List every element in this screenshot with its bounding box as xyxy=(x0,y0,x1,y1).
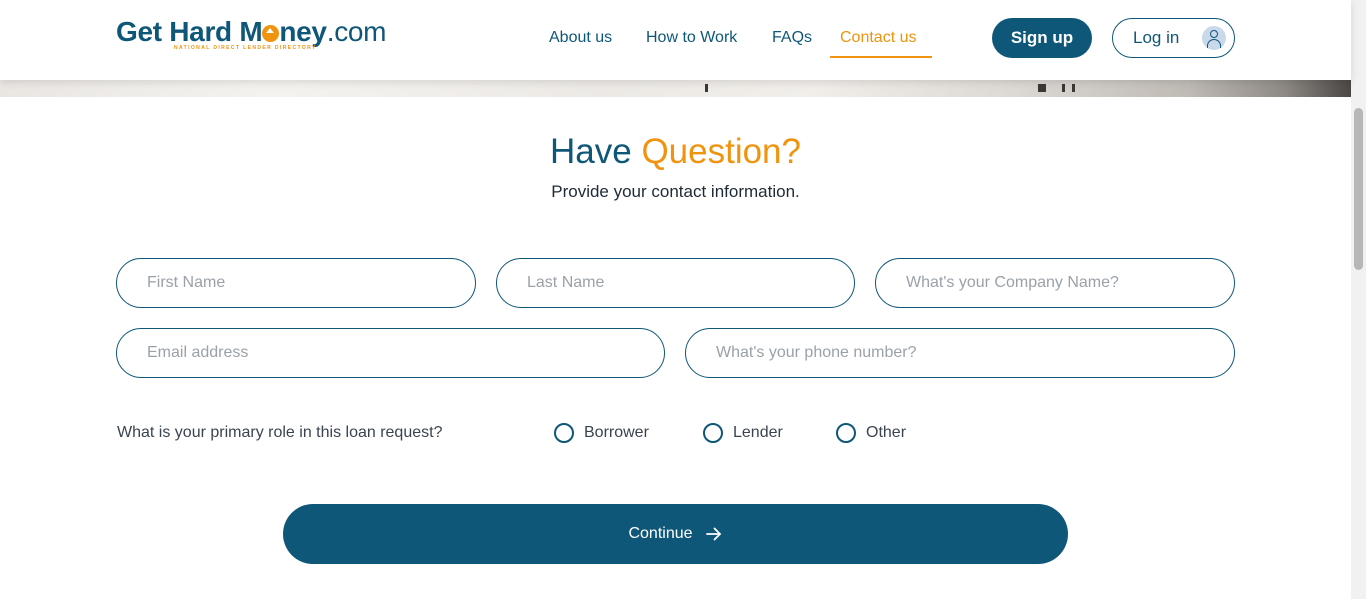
radio-button[interactable] xyxy=(703,423,723,443)
hero-image-strip xyxy=(0,80,1351,97)
nav-contact-us[interactable]: Contact us xyxy=(840,28,916,48)
hero-image-detail xyxy=(705,84,708,92)
role-option-borrower[interactable]: Borrower xyxy=(554,422,649,444)
active-nav-underline xyxy=(830,56,932,58)
radio-label: Borrower xyxy=(584,424,649,441)
nav-faqs[interactable]: FAQs xyxy=(772,28,812,48)
role-option-lender[interactable]: Lender xyxy=(703,422,783,444)
continue-button[interactable]: Continue xyxy=(283,504,1068,564)
first-name-field[interactable] xyxy=(116,258,476,308)
page-scrollbar[interactable] xyxy=(1351,0,1366,599)
hero-image-detail xyxy=(1072,84,1075,92)
company-name-field[interactable] xyxy=(875,258,1235,308)
phone-field[interactable] xyxy=(685,328,1235,378)
radio-button[interactable] xyxy=(554,423,574,443)
hero-image-detail xyxy=(1062,84,1065,92)
logo-tagline: NATIONAL DIRECT LENDER DIRECTORY xyxy=(174,45,317,51)
scrollbar-thumb[interactable] xyxy=(1354,108,1363,270)
continue-label: Continue xyxy=(628,525,693,542)
page-subtitle: Provide your contact information. xyxy=(551,182,800,201)
site-logo[interactable]: Get Hard Mney.com NATIONAL DIRECT LENDER… xyxy=(116,14,436,54)
hero-image-detail xyxy=(1038,84,1046,92)
last-name-field[interactable] xyxy=(496,258,855,308)
site-header: Get Hard Mney.com NATIONAL DIRECT LENDER… xyxy=(0,0,1351,80)
house-icon xyxy=(262,25,280,42)
page-title: Have Question? xyxy=(549,132,801,171)
signup-button[interactable]: Sign up xyxy=(992,18,1092,58)
radio-label: Other xyxy=(866,424,907,441)
radio-label: Lender xyxy=(733,424,783,441)
login-label: Log in xyxy=(1133,28,1180,47)
user-avatar-icon xyxy=(1202,26,1226,50)
role-option-other[interactable]: Other xyxy=(836,422,906,444)
nav-how-to-work[interactable]: How to Work xyxy=(646,28,737,48)
nav-about-us[interactable]: About us xyxy=(549,28,612,48)
login-button[interactable]: Log in xyxy=(1112,18,1235,58)
email-field[interactable] xyxy=(116,328,665,378)
role-question: What is your primary role in this loan r… xyxy=(117,424,443,441)
radio-button[interactable] xyxy=(836,423,856,443)
arrow-right-icon xyxy=(705,527,721,541)
